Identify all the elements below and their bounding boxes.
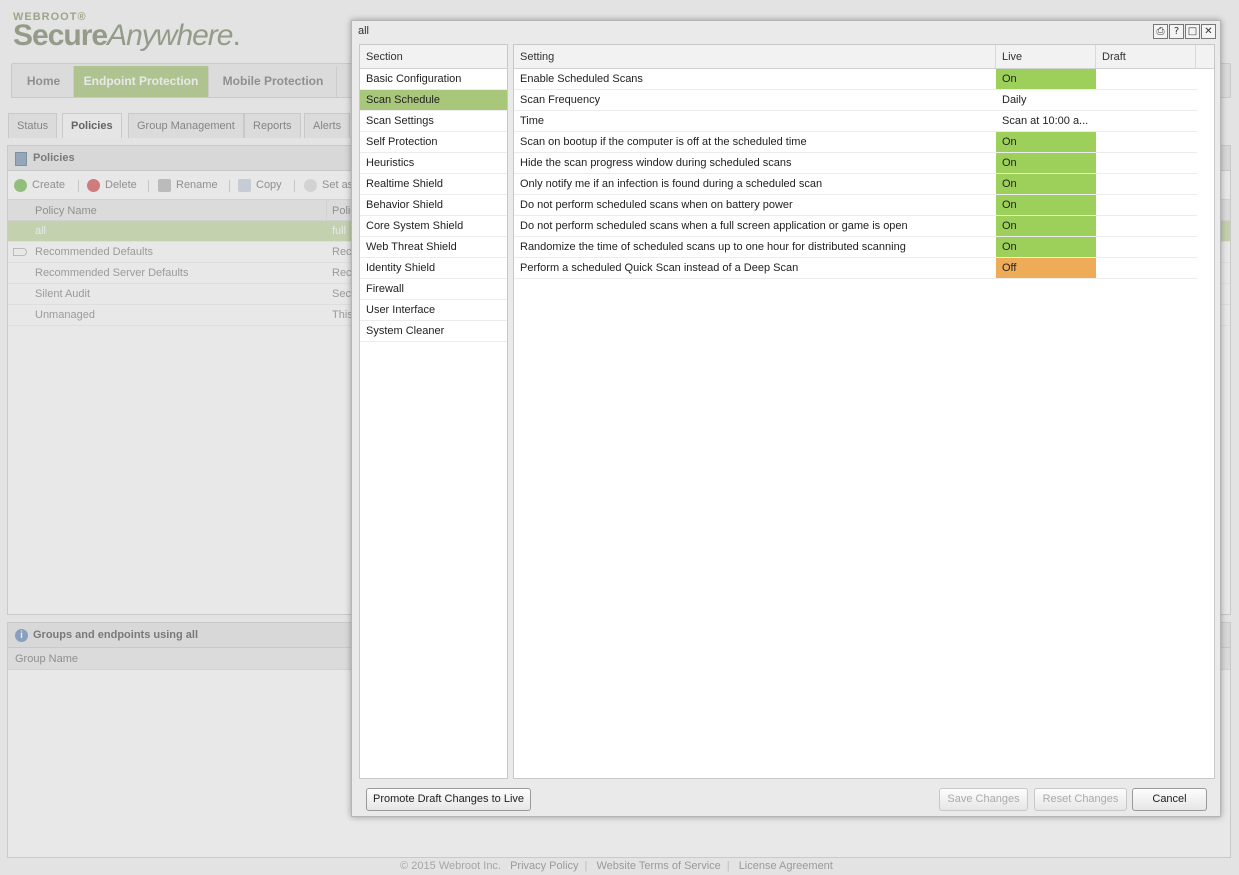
section-item-web-threat-shield[interactable]: Web Threat Shield (360, 237, 507, 258)
setting-name: Scan on bootup if the computer is off at… (520, 136, 807, 148)
dialog-title: all (358, 25, 370, 37)
reset-changes-button[interactable]: Reset Changes (1034, 788, 1127, 811)
setting-row[interactable]: Scan on bootup if the computer is off at… (514, 132, 1197, 153)
promote-draft-button[interactable]: Promote Draft Changes to Live (366, 788, 531, 811)
setting-row[interactable]: Hide the scan progress window during sch… (514, 153, 1197, 174)
section-item-system-cleaner[interactable]: System Cleaner (360, 321, 507, 342)
setting-live-value[interactable]: Off (996, 258, 1096, 278)
setting-name: Enable Scheduled Scans (520, 73, 643, 85)
section-item-basic-configuration[interactable]: Basic Configuration (360, 69, 507, 90)
col-setting[interactable]: Setting (514, 45, 996, 68)
section-item-heuristics[interactable]: Heuristics (360, 153, 507, 174)
setting-name: Do not perform scheduled scans when a fu… (520, 220, 908, 232)
col-draft[interactable]: Draft (1096, 45, 1196, 68)
section-item-user-interface[interactable]: User Interface (360, 300, 507, 321)
setting-row[interactable]: Scan Frequency Daily (514, 90, 1197, 111)
setting-name: Randomize the time of scheduled scans up… (520, 241, 906, 253)
setting-draft-value[interactable] (1096, 132, 1196, 152)
dialog-window-controls: ⎙? □ ✕ (1152, 24, 1216, 39)
setting-live-value[interactable]: Scan at 10:00 a... (996, 111, 1096, 131)
setting-draft-value[interactable] (1096, 195, 1196, 215)
col-live[interactable]: Live (996, 45, 1096, 68)
settings-scrollbar[interactable] (1197, 69, 1214, 778)
setting-row[interactable]: Time Scan at 10:00 a... (514, 111, 1197, 132)
setting-live-value[interactable]: Daily (996, 90, 1096, 110)
setting-draft-value[interactable] (1096, 258, 1196, 278)
print-icon[interactable]: ⎙ (1153, 24, 1168, 39)
setting-live-value[interactable]: On (996, 195, 1096, 215)
setting-name: Perform a scheduled Quick Scan instead o… (520, 262, 799, 274)
save-changes-button[interactable]: Save Changes (939, 788, 1028, 811)
section-item-identity-shield[interactable]: Identity Shield (360, 258, 507, 279)
maximize-icon[interactable]: □ (1185, 24, 1200, 39)
policy-settings-dialog: all ⎙? □ ✕ Section Basic Configuration Scan… (351, 20, 1221, 817)
section-item-scan-settings[interactable]: Scan Settings (360, 111, 507, 132)
section-item-scan-schedule[interactable]: Scan Schedule (360, 90, 507, 111)
setting-name: Scan Frequency (520, 94, 601, 106)
setting-name: Do not perform scheduled scans when on b… (520, 199, 793, 211)
settings-grid: Setting Live Draft Enable Scheduled Scan… (513, 44, 1215, 779)
setting-live-value[interactable]: On (996, 132, 1096, 152)
setting-row[interactable]: Perform a scheduled Quick Scan instead o… (514, 258, 1197, 279)
cancel-button[interactable]: Cancel (1132, 788, 1207, 811)
setting-live-value[interactable]: On (996, 174, 1096, 194)
setting-draft-value[interactable] (1096, 69, 1196, 89)
setting-row[interactable]: Randomize the time of scheduled scans up… (514, 237, 1197, 258)
setting-draft-value[interactable] (1096, 237, 1196, 257)
section-list-header: Section (360, 45, 507, 69)
section-item-self-protection[interactable]: Self Protection (360, 132, 507, 153)
setting-name: Hide the scan progress window during sch… (520, 157, 792, 169)
setting-live-value[interactable]: On (996, 216, 1096, 236)
setting-draft-value[interactable] (1096, 153, 1196, 173)
setting-live-value[interactable]: On (996, 237, 1096, 257)
setting-row[interactable]: Enable Scheduled Scans On (514, 69, 1197, 90)
setting-row[interactable]: Only notify me if an infection is found … (514, 174, 1197, 195)
section-item-realtime-shield[interactable]: Realtime Shield (360, 174, 507, 195)
setting-row[interactable]: Do not perform scheduled scans when a fu… (514, 216, 1197, 237)
setting-row[interactable]: Do not perform scheduled scans when on b… (514, 195, 1197, 216)
setting-name: Time (520, 115, 545, 127)
setting-draft-value[interactable] (1096, 216, 1196, 236)
settings-grid-header: Setting Live Draft (514, 45, 1214, 69)
section-item-behavior-shield[interactable]: Behavior Shield (360, 195, 507, 216)
setting-live-value[interactable]: On (996, 153, 1096, 173)
close-icon[interactable]: ✕ (1201, 24, 1216, 39)
section-item-firewall[interactable]: Firewall (360, 279, 507, 300)
setting-draft-value[interactable] (1096, 174, 1196, 194)
setting-live-value[interactable]: On (996, 69, 1096, 89)
setting-name: Only notify me if an infection is found … (520, 178, 823, 190)
section-item-core-system-shield[interactable]: Core System Shield (360, 216, 507, 237)
setting-draft-value[interactable] (1096, 111, 1196, 131)
section-list: Section Basic Configuration Scan Schedule… (359, 44, 508, 779)
setting-draft-value[interactable] (1096, 90, 1196, 110)
help-icon[interactable]: ? (1169, 24, 1184, 39)
